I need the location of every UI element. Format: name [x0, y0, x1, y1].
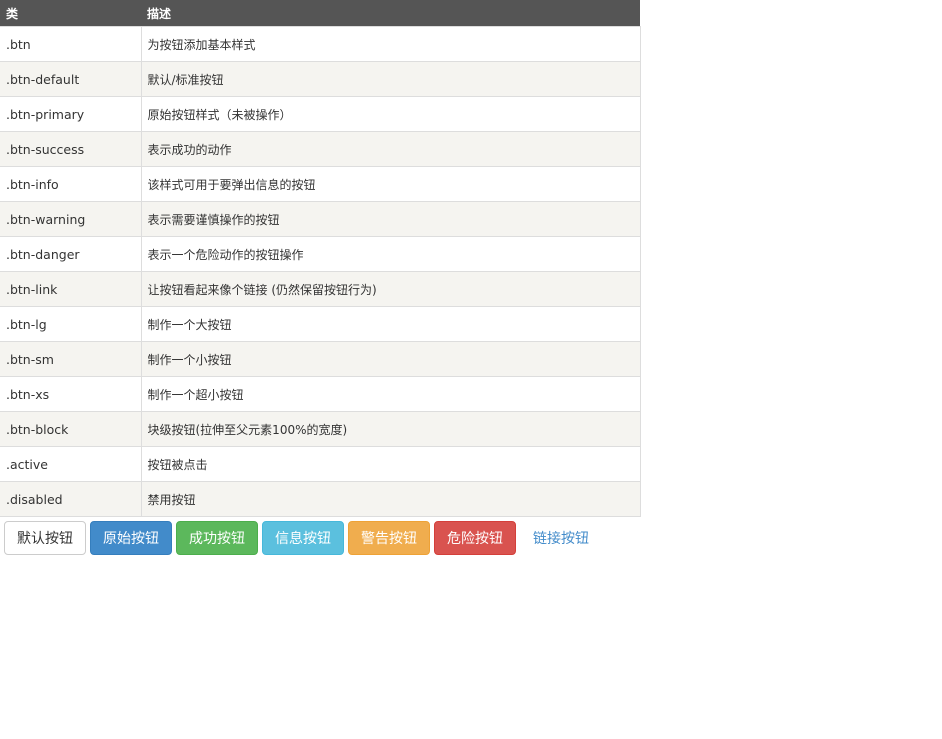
table-row: .btn-link 让按钮看起来像个链接 (仍然保留按钮行为): [0, 271, 641, 307]
description-cell: 块级按钮(拉伸至父元素100%的宽度): [141, 411, 641, 447]
table-row: .btn-xs 制作一个超小按钮: [0, 376, 641, 412]
table-row: .btn-info 该样式可用于要弹出信息的按钮: [0, 166, 641, 202]
class-cell: .btn-link: [0, 271, 142, 307]
warning-button[interactable]: 警告按钮: [348, 521, 430, 555]
class-cell: .active: [0, 446, 142, 482]
class-cell: .btn-sm: [0, 341, 142, 377]
success-button[interactable]: 成功按钮: [176, 521, 258, 555]
description-cell: 让按钮看起来像个链接 (仍然保留按钮行为): [141, 271, 641, 307]
header-description: 描述: [141, 0, 640, 27]
description-cell: 表示一个危险动作的按钮操作: [141, 236, 641, 272]
class-cell: .btn-danger: [0, 236, 142, 272]
table-row: .btn-lg 制作一个大按钮: [0, 306, 641, 342]
description-cell: 按钮被点击: [141, 446, 641, 482]
description-cell: 表示需要谨慎操作的按钮: [141, 201, 641, 237]
table-row: .btn-success 表示成功的动作: [0, 131, 641, 167]
default-button[interactable]: 默认按钮: [4, 521, 86, 555]
description-cell: 该样式可用于要弹出信息的按钮: [141, 166, 641, 202]
table-row: .btn-default 默认/标准按钮: [0, 61, 641, 97]
table-row: .btn-warning 表示需要谨慎操作的按钮: [0, 201, 641, 237]
description-cell: 原始按钮样式（未被操作）: [141, 96, 641, 132]
table-header-row: 类 描述: [0, 0, 640, 27]
description-cell: 禁用按钮: [141, 481, 641, 517]
class-cell: .btn-primary: [0, 96, 142, 132]
button-class-table: 类 描述 .btn 为按钮添加基本样式 .btn-default 默认/标准按钮 .…: [0, 0, 641, 517]
table-row: .btn 为按钮添加基本样式: [0, 26, 641, 62]
primary-button[interactable]: 原始按钮: [90, 521, 172, 555]
button-demo-row: 默认按钮 原始按钮 成功按钮 信息按钮 警告按钮 危险按钮 链接按钮: [4, 521, 602, 555]
class-cell: .btn-info: [0, 166, 142, 202]
table-row: .btn-sm 制作一个小按钮: [0, 341, 641, 377]
class-cell: .btn-xs: [0, 376, 142, 412]
class-cell: .disabled: [0, 481, 142, 517]
class-cell: .btn-default: [0, 61, 142, 97]
description-cell: 为按钮添加基本样式: [141, 26, 641, 62]
description-cell: 制作一个小按钮: [141, 341, 641, 377]
description-cell: 制作一个大按钮: [141, 306, 641, 342]
info-button[interactable]: 信息按钮: [262, 521, 344, 555]
description-cell: 制作一个超小按钮: [141, 376, 641, 412]
description-cell: 表示成功的动作: [141, 131, 641, 167]
class-cell: .btn: [0, 26, 142, 62]
table-row: .btn-primary 原始按钮样式（未被操作）: [0, 96, 641, 132]
table-row: .btn-danger 表示一个危险动作的按钮操作: [0, 236, 641, 272]
table-row: .active 按钮被点击: [0, 446, 641, 482]
class-cell: .btn-success: [0, 131, 142, 167]
class-cell: .btn-warning: [0, 201, 142, 237]
page: 类 描述 .btn 为按钮添加基本样式 .btn-default 默认/标准按钮 .…: [0, 0, 942, 739]
table-row: .btn-block 块级按钮(拉伸至父元素100%的宽度): [0, 411, 641, 447]
class-cell: .btn-lg: [0, 306, 142, 342]
header-class: 类: [0, 0, 141, 27]
description-cell: 默认/标准按钮: [141, 61, 641, 97]
table-row: .disabled 禁用按钮: [0, 481, 641, 517]
link-button[interactable]: 链接按钮: [520, 521, 602, 555]
class-cell: .btn-block: [0, 411, 142, 447]
danger-button[interactable]: 危险按钮: [434, 521, 516, 555]
